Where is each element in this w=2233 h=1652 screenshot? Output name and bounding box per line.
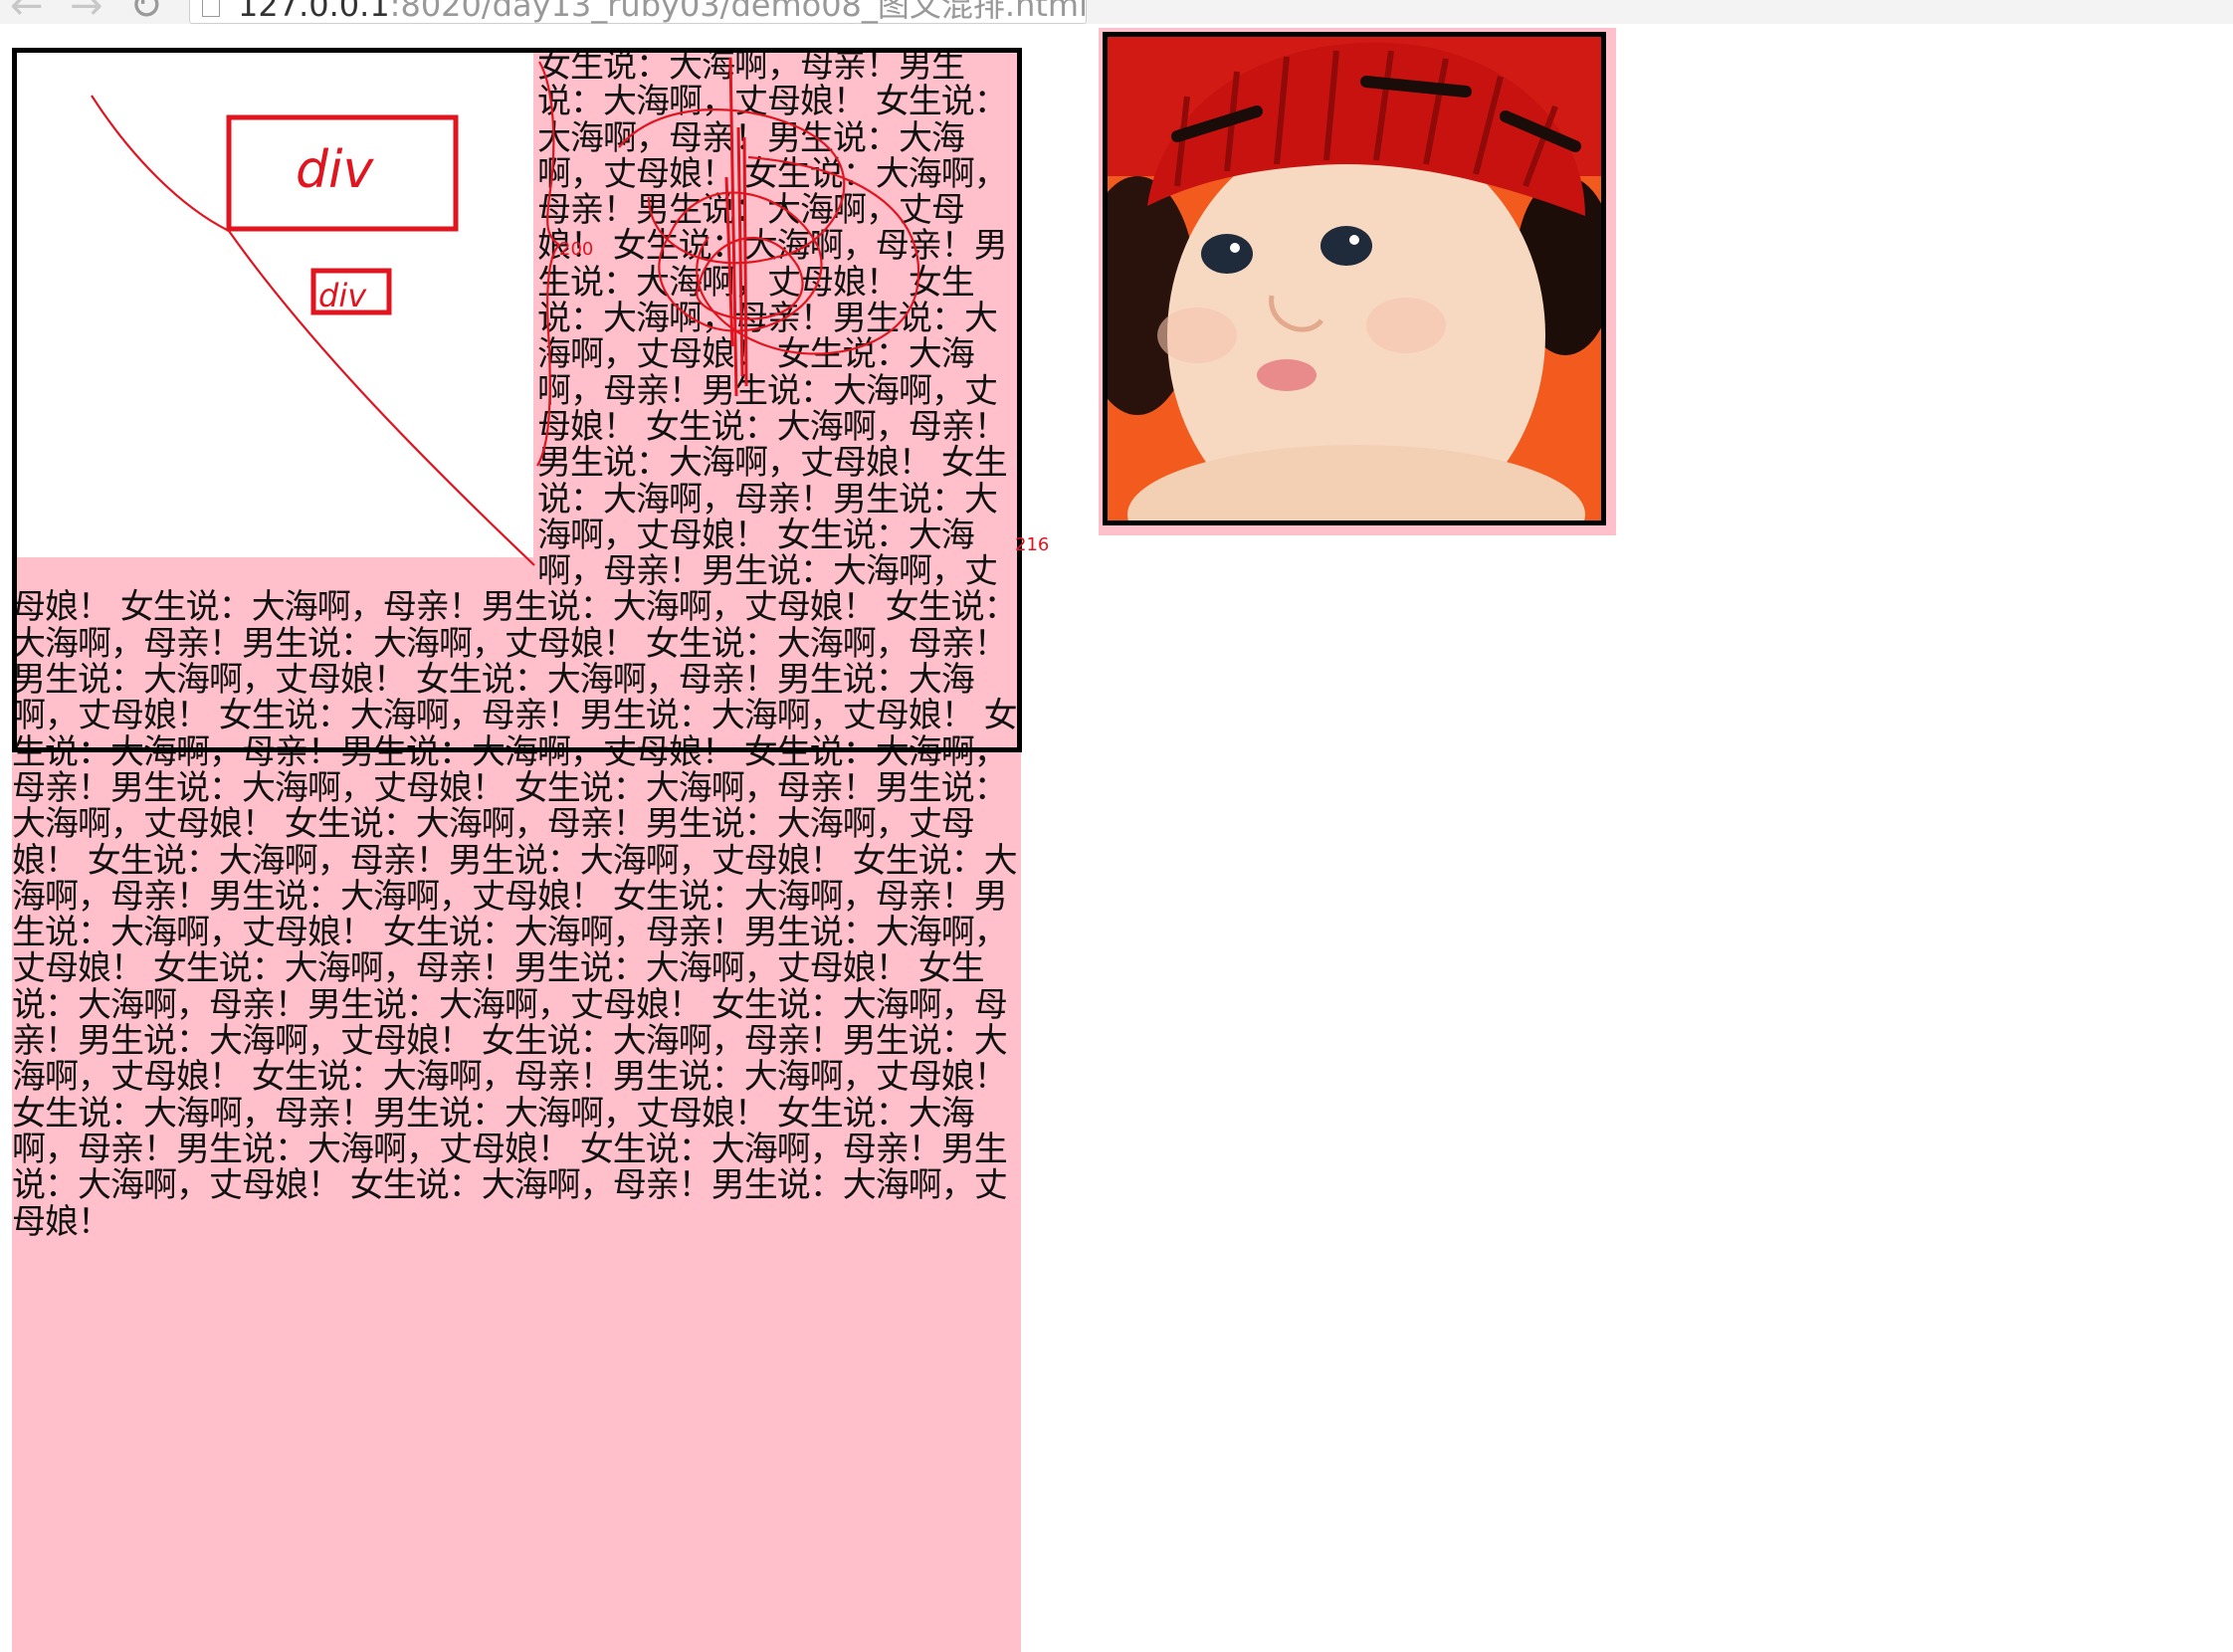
- back-arrow-icon[interactable]: ←: [10, 0, 44, 24]
- page-icon: [202, 0, 220, 17]
- address-bar[interactable]: 127.0.0.1:8020/day13_ruby03/demo08_图文混排.…: [189, 0, 1088, 24]
- forward-arrow-icon[interactable]: →: [70, 0, 103, 24]
- url-host: 127.0.0.1: [238, 0, 390, 24]
- baby-photo-image: [1108, 37, 1601, 520]
- wrapped-text: 女生说：大海啊，母亲！男生说：大海啊，丈母娘！ 女生说：大海啊，母亲！男生说：大…: [12, 48, 1018, 1242]
- demo-container: 女生说：大海啊，母亲！男生说：大海啊，丈母娘！ 女生说：大海啊，母亲！男生说：大…: [12, 48, 1021, 1652]
- url-path: :8020/day13_ruby03/demo08_图文混排.html: [389, 0, 1088, 24]
- image-wrapper: [1099, 28, 1616, 535]
- url-text: 127.0.0.1:8020/day13_ruby03/demo08_图文混排.…: [238, 0, 1088, 23]
- baby-photo: [1103, 32, 1606, 525]
- reload-icon[interactable]: ↻: [129, 0, 163, 24]
- browser-toolbar: ← → ↻ 127.0.0.1:8020/day13_ruby03/demo08…: [0, 0, 2233, 24]
